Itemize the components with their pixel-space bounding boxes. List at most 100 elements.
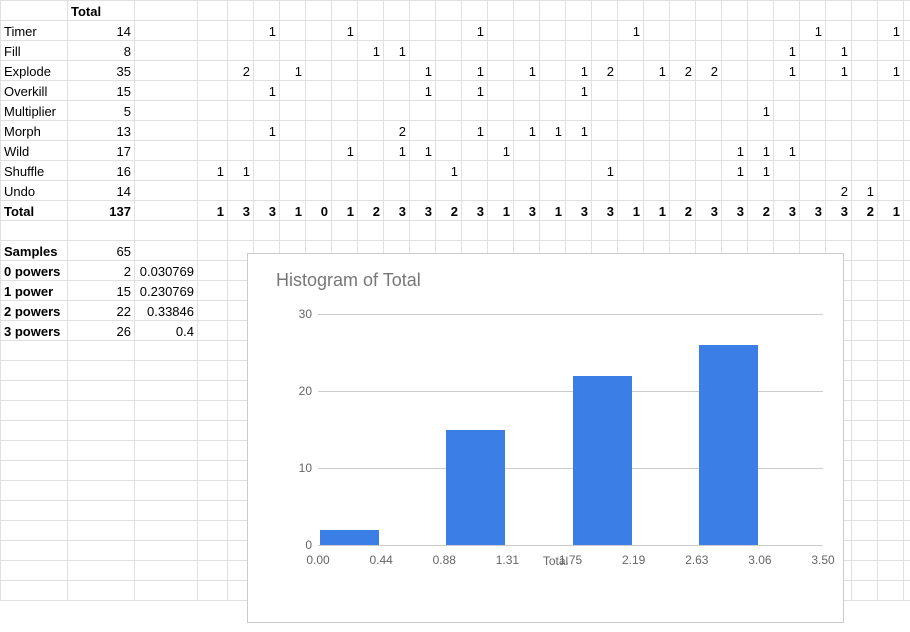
cell[interactable]: [592, 101, 618, 121]
cell[interactable]: [68, 401, 135, 421]
cell[interactable]: [592, 41, 618, 61]
cell[interactable]: [280, 141, 306, 161]
cell[interactable]: [135, 81, 198, 101]
cell[interactable]: [618, 101, 644, 121]
cell[interactable]: [135, 521, 198, 541]
cell[interactable]: 1: [644, 201, 670, 221]
cell[interactable]: Multiplier: [1, 101, 68, 121]
cell[interactable]: 3: [774, 201, 800, 221]
cell[interactable]: [670, 41, 696, 61]
cell[interactable]: [1, 221, 68, 241]
cell[interactable]: [878, 501, 904, 521]
cell[interactable]: [488, 21, 514, 41]
cell[interactable]: [198, 441, 228, 461]
cell[interactable]: Morph: [1, 121, 68, 141]
cell[interactable]: [748, 81, 774, 101]
cell[interactable]: 15: [68, 281, 135, 301]
cell[interactable]: 2: [358, 201, 384, 221]
cell[interactable]: [852, 141, 878, 161]
cell[interactable]: 1: [904, 181, 910, 201]
cell[interactable]: [135, 461, 198, 481]
cell[interactable]: 16: [68, 161, 135, 181]
cell[interactable]: [904, 341, 910, 361]
cell[interactable]: [696, 161, 722, 181]
cell[interactable]: 1: [198, 201, 228, 221]
cell[interactable]: [618, 41, 644, 61]
cell[interactable]: [198, 541, 228, 561]
cell[interactable]: [878, 161, 904, 181]
cell[interactable]: 1: [774, 141, 800, 161]
cell[interactable]: [566, 101, 592, 121]
cell[interactable]: [198, 301, 228, 321]
cell[interactable]: [436, 21, 462, 41]
cell[interactable]: [696, 101, 722, 121]
cell[interactable]: [1, 501, 68, 521]
cell[interactable]: 1: [748, 161, 774, 181]
cell[interactable]: 1: [566, 61, 592, 81]
cell[interactable]: [198, 561, 228, 581]
cell[interactable]: [696, 181, 722, 201]
cell[interactable]: [878, 41, 904, 61]
cell[interactable]: [852, 281, 878, 301]
cell[interactable]: [436, 121, 462, 141]
cell[interactable]: 1: [332, 141, 358, 161]
cell[interactable]: [198, 101, 228, 121]
cell[interactable]: [135, 401, 198, 421]
cell[interactable]: 2 powers: [1, 301, 68, 321]
cell[interactable]: 1: [566, 121, 592, 141]
cell[interactable]: [198, 421, 228, 441]
cell[interactable]: [748, 1, 774, 21]
cell[interactable]: [228, 21, 254, 41]
cell[interactable]: [358, 181, 384, 201]
cell[interactable]: [748, 181, 774, 201]
cell[interactable]: [254, 101, 280, 121]
cell[interactable]: [514, 1, 540, 21]
cell[interactable]: [280, 1, 306, 21]
cell[interactable]: [644, 161, 670, 181]
cell[interactable]: [878, 101, 904, 121]
cell[interactable]: [135, 541, 198, 561]
cell[interactable]: 2: [384, 121, 410, 141]
cell[interactable]: [358, 221, 384, 241]
cell[interactable]: 2: [852, 201, 878, 221]
cell[interactable]: [198, 181, 228, 201]
cell[interactable]: [198, 341, 228, 361]
cell[interactable]: 1: [462, 21, 488, 41]
cell[interactable]: [878, 321, 904, 341]
cell[interactable]: [198, 41, 228, 61]
cell[interactable]: [670, 161, 696, 181]
cell[interactable]: [800, 101, 826, 121]
cell[interactable]: [670, 141, 696, 161]
cell[interactable]: [904, 521, 910, 541]
cell[interactable]: [462, 41, 488, 61]
cell[interactable]: [696, 221, 722, 241]
cell[interactable]: [644, 181, 670, 201]
cell[interactable]: [254, 141, 280, 161]
cell[interactable]: [852, 221, 878, 241]
cell[interactable]: 3: [384, 201, 410, 221]
cell[interactable]: 1 power: [1, 281, 68, 301]
cell[interactable]: [696, 1, 722, 21]
cell[interactable]: [358, 1, 384, 21]
cell[interactable]: [228, 41, 254, 61]
cell[interactable]: 1: [878, 201, 904, 221]
cell[interactable]: [68, 521, 135, 541]
cell[interactable]: [358, 21, 384, 41]
cell[interactable]: [670, 101, 696, 121]
cell[interactable]: [852, 361, 878, 381]
cell[interactable]: [68, 581, 135, 601]
cell[interactable]: [135, 381, 198, 401]
cell[interactable]: [748, 41, 774, 61]
cell[interactable]: [826, 21, 852, 41]
cell[interactable]: [540, 181, 566, 201]
cell[interactable]: [904, 441, 910, 461]
cell[interactable]: [198, 381, 228, 401]
cell[interactable]: [1, 441, 68, 461]
cell[interactable]: [592, 221, 618, 241]
cell[interactable]: 3: [566, 201, 592, 221]
cell[interactable]: [135, 221, 198, 241]
cell[interactable]: [68, 561, 135, 581]
cell[interactable]: 14: [68, 181, 135, 201]
cell[interactable]: [852, 41, 878, 61]
cell[interactable]: [198, 361, 228, 381]
